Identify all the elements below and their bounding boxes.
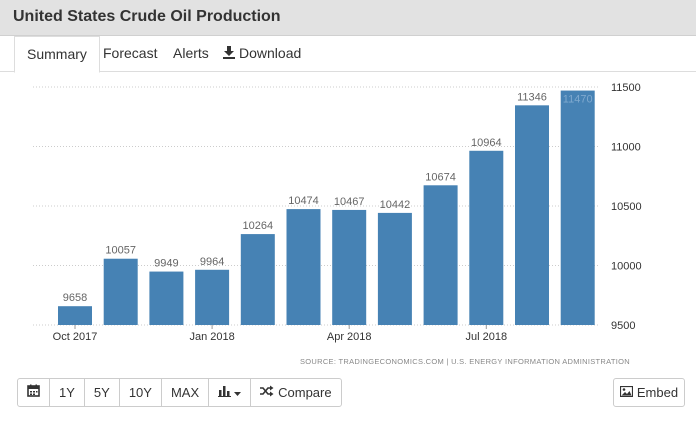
y-tick-label: 10000 bbox=[611, 261, 642, 273]
embed-label: Embed bbox=[636, 385, 679, 400]
bar bbox=[58, 306, 92, 325]
bar bbox=[377, 212, 412, 325]
tab-download-label: Download bbox=[239, 45, 302, 61]
bar bbox=[560, 90, 595, 325]
bar bbox=[103, 258, 138, 325]
range-toolbar: 1Y 5Y 10Y MAX Compare bbox=[17, 378, 342, 407]
shuffle-icon bbox=[260, 379, 274, 406]
data-label: 9964 bbox=[200, 256, 224, 268]
tab-alerts-label: Alerts bbox=[173, 45, 209, 61]
tab-forecast-label: Forecast bbox=[103, 45, 158, 61]
bar bbox=[195, 269, 230, 325]
bar bbox=[515, 105, 549, 325]
data-label: 10467 bbox=[334, 196, 365, 208]
data-label: 10964 bbox=[471, 137, 502, 149]
download-icon bbox=[222, 37, 236, 59]
bar bbox=[423, 185, 458, 325]
tab-summary-label: Summary bbox=[27, 46, 87, 62]
compare-button[interactable]: Compare bbox=[250, 378, 342, 407]
bar-chart-icon bbox=[218, 379, 232, 406]
compare-label: Compare bbox=[278, 385, 332, 400]
data-label: 10264 bbox=[243, 220, 274, 232]
range-10y-button[interactable]: 10Y bbox=[118, 378, 162, 407]
data-label: 10057 bbox=[105, 245, 136, 257]
chart-area: 9500 10000 10500 11000 11500 9658 10057 9949 996… bbox=[0, 72, 696, 372]
y-tick-label: 11500 bbox=[611, 82, 641, 94]
data-label: 10474 bbox=[288, 195, 319, 207]
calendar-button[interactable] bbox=[17, 378, 50, 407]
y-tick-label: 9500 bbox=[611, 320, 635, 332]
page-header: United States Crude Oil Production bbox=[0, 0, 696, 36]
bar-chart: 9500 10000 10500 11000 11500 9658 10057 9949 996… bbox=[33, 82, 642, 366]
bar bbox=[240, 234, 275, 325]
data-label: 11346 bbox=[517, 91, 547, 103]
bar bbox=[332, 209, 367, 325]
range-max-button[interactable]: MAX bbox=[160, 378, 210, 407]
tab-summary[interactable]: Summary bbox=[14, 36, 100, 73]
page-title: United States Crude Oil Production bbox=[13, 8, 281, 25]
chevron-down-icon bbox=[234, 379, 242, 406]
chart-type-button[interactable] bbox=[208, 378, 252, 407]
calendar-icon bbox=[27, 379, 40, 406]
y-tick-label: 10500 bbox=[611, 201, 642, 213]
range-5y-button[interactable]: 5Y bbox=[83, 378, 120, 407]
x-tick-label: Jul 2018 bbox=[466, 331, 508, 343]
x-tick-label: Jan 2018 bbox=[189, 331, 234, 343]
data-label: 10442 bbox=[380, 199, 411, 211]
image-icon bbox=[619, 385, 633, 400]
tab-bar: Summary Forecast Alerts Download bbox=[0, 36, 696, 73]
data-label: 11470 bbox=[563, 94, 593, 106]
bar bbox=[149, 271, 184, 325]
tab-download[interactable]: Download bbox=[210, 36, 313, 72]
bar bbox=[469, 150, 504, 325]
range-1y-button[interactable]: 1Y bbox=[49, 378, 85, 407]
y-tick-label: 11000 bbox=[611, 142, 641, 154]
x-tick-label: Oct 2017 bbox=[53, 331, 98, 343]
x-tick-label: Apr 2018 bbox=[327, 331, 372, 343]
tab-forecast[interactable]: Forecast bbox=[91, 36, 169, 72]
embed-button[interactable]: Embed bbox=[613, 378, 685, 407]
data-label: 10674 bbox=[425, 171, 456, 183]
data-label: 9658 bbox=[63, 292, 87, 304]
data-label: 9949 bbox=[154, 258, 178, 270]
bar bbox=[286, 209, 321, 325]
chart-source: SOURCE: TRADINGECONOMICS.COM | U.S. ENER… bbox=[300, 357, 630, 366]
